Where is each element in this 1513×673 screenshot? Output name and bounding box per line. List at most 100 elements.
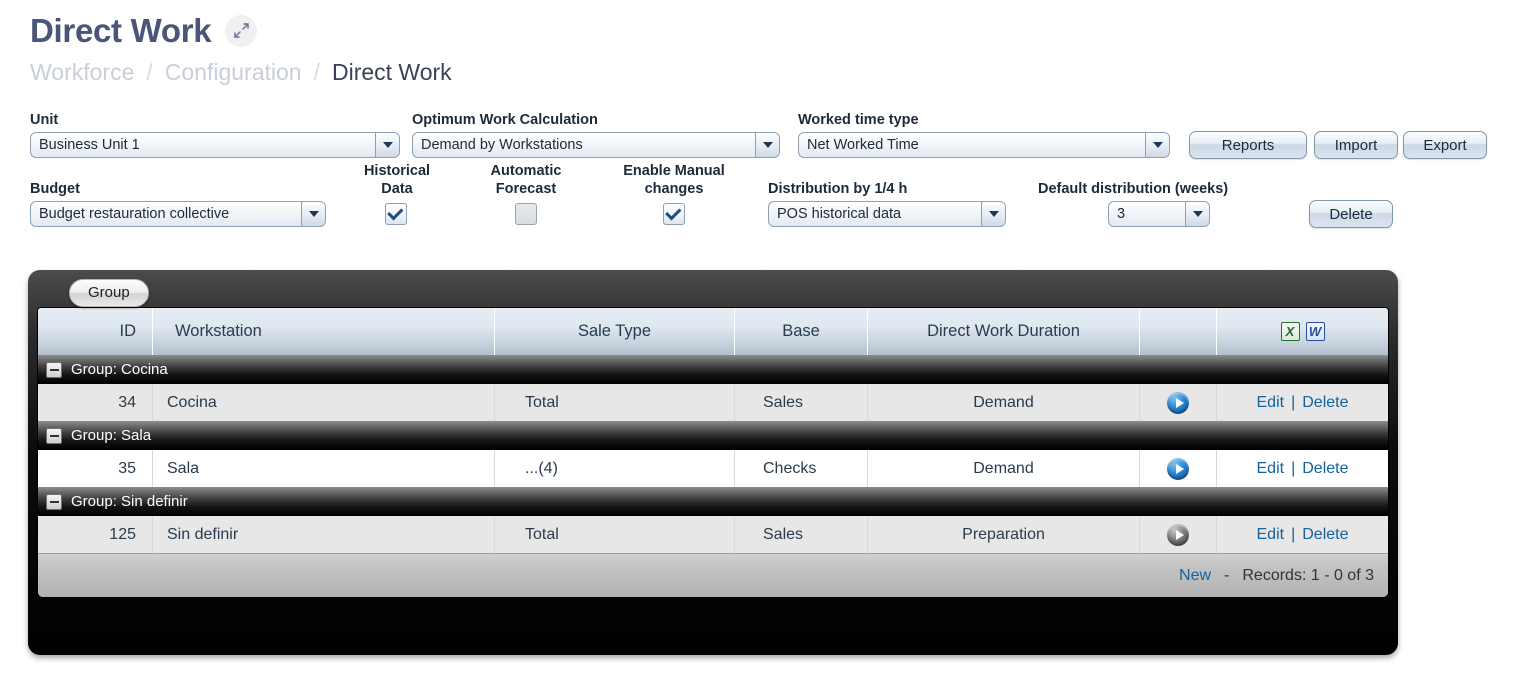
cell-row-actions: Edit | Delete bbox=[1217, 450, 1388, 487]
cell-id: 125 bbox=[38, 516, 153, 553]
historical-data-label-line2: Data bbox=[381, 181, 413, 197]
cell-action-arrow[interactable] bbox=[1140, 516, 1217, 553]
cell-workstation: Cocina bbox=[153, 384, 495, 421]
grid-export-icons: X W bbox=[1217, 308, 1388, 355]
optimum-label: Optimum Work Calculation bbox=[412, 112, 598, 128]
budget-select-value: Budget restauration collective bbox=[39, 206, 230, 222]
chevron-down-icon[interactable] bbox=[301, 202, 325, 226]
historical-data-label-line1: Historical bbox=[363, 163, 431, 179]
group-header-label: Group: Sala bbox=[71, 427, 152, 444]
arrow-right-icon[interactable] bbox=[1167, 523, 1189, 546]
enable-manual-changes-checkbox[interactable] bbox=[663, 203, 685, 225]
group-header-row[interactable]: Group: Cocina bbox=[38, 355, 1388, 384]
chevron-down-icon[interactable] bbox=[755, 133, 779, 157]
import-button[interactable]: Import bbox=[1314, 131, 1398, 159]
cell-action-arrow[interactable] bbox=[1140, 384, 1217, 421]
expand-arrows-icon[interactable] bbox=[225, 14, 258, 47]
unit-select[interactable]: Business Unit 1 bbox=[30, 132, 400, 158]
distribution-select[interactable]: POS historical data bbox=[768, 201, 1006, 227]
action-separator: | bbox=[1291, 459, 1296, 477]
worked-time-select[interactable]: Net Worked Time bbox=[798, 132, 1170, 158]
cell-base: Checks bbox=[735, 450, 868, 487]
column-header-workstation[interactable]: Workstation bbox=[153, 308, 495, 355]
filters-toolbar: Unit Optimum Work Calculation Worked tim… bbox=[0, 108, 1513, 228]
table-row[interactable]: 35 Sala ...(4) Checks Demand Edit | Dele… bbox=[38, 450, 1388, 487]
chevron-down-icon[interactable] bbox=[1185, 202, 1209, 226]
arrow-right-icon[interactable] bbox=[1167, 391, 1189, 414]
grid-panel: Group ID Workstation Sale Type Base Dire… bbox=[28, 270, 1398, 655]
breadcrumb-item-workforce[interactable]: Workforce bbox=[30, 59, 134, 86]
column-header-direct-work-duration[interactable]: Direct Work Duration bbox=[868, 308, 1140, 355]
cell-sale-type: Total bbox=[495, 516, 735, 553]
group-header-row[interactable]: Group: Sala bbox=[38, 421, 1388, 450]
column-header-id[interactable]: ID bbox=[38, 308, 153, 355]
breadcrumb-separator: / bbox=[146, 59, 153, 85]
page-header: Direct Work Workforce / Configuration / … bbox=[0, 0, 1513, 86]
cell-workstation: Sala bbox=[153, 450, 495, 487]
default-distribution-select-value: 3 bbox=[1117, 206, 1126, 222]
chevron-down-icon[interactable] bbox=[1145, 133, 1169, 157]
automatic-forecast-label-line2: Forecast bbox=[495, 181, 557, 197]
budget-label: Budget bbox=[30, 181, 80, 197]
cell-id: 34 bbox=[38, 384, 153, 421]
cell-workstation: Sin definir bbox=[153, 516, 495, 553]
grid-header-row: ID Workstation Sale Type Base Direct Wor… bbox=[38, 308, 1388, 355]
action-separator: | bbox=[1291, 393, 1296, 411]
group-header-row[interactable]: Group: Sin definir bbox=[38, 487, 1388, 516]
table-row[interactable]: 125 Sin definir Total Sales Preparation … bbox=[38, 516, 1388, 553]
chevron-down-icon[interactable] bbox=[375, 133, 399, 157]
column-header-sale-type[interactable]: Sale Type bbox=[495, 308, 735, 355]
arrow-right-icon[interactable] bbox=[1167, 457, 1189, 480]
edit-link[interactable]: Edit bbox=[1257, 526, 1285, 544]
breadcrumb-item-configuration[interactable]: Configuration bbox=[165, 59, 302, 86]
default-distribution-label: Default distribution (weeks) bbox=[1038, 181, 1229, 197]
page-title: Direct Work bbox=[30, 12, 212, 49]
reports-button[interactable]: Reports bbox=[1189, 131, 1307, 159]
automatic-forecast-label-line1: Automatic bbox=[490, 163, 562, 179]
worked-time-select-value: Net Worked Time bbox=[807, 137, 919, 153]
cell-sale-type: Total bbox=[495, 384, 735, 421]
edit-link[interactable]: Edit bbox=[1257, 394, 1285, 412]
automatic-forecast-checkbox[interactable] bbox=[515, 203, 537, 225]
worked-time-label: Worked time type bbox=[798, 112, 919, 128]
distribution-label: Distribution by 1/4 h bbox=[768, 181, 908, 197]
collapse-minus-icon[interactable] bbox=[46, 493, 62, 510]
group-header-label: Group: Sin definir bbox=[71, 493, 188, 510]
cell-base: Sales bbox=[735, 384, 868, 421]
delete-link[interactable]: Delete bbox=[1302, 460, 1348, 478]
enable-manual-changes-label-line1: Enable Manual bbox=[623, 163, 725, 179]
cell-action-arrow[interactable] bbox=[1140, 450, 1217, 487]
chevron-down-icon[interactable] bbox=[981, 202, 1005, 226]
delete-button[interactable]: Delete bbox=[1309, 200, 1393, 228]
records-count-label: Records: 1 - 0 of 3 bbox=[1242, 566, 1374, 584]
cell-row-actions: Edit | Delete bbox=[1217, 516, 1388, 553]
table-row[interactable]: 34 Cocina Total Sales Demand Edit | Dele… bbox=[38, 384, 1388, 421]
column-header-base[interactable]: Base bbox=[735, 308, 868, 355]
tab-group[interactable]: Group bbox=[69, 279, 149, 307]
unit-select-value: Business Unit 1 bbox=[39, 137, 140, 153]
new-record-link[interactable]: New bbox=[1179, 567, 1211, 585]
default-distribution-select[interactable]: 3 bbox=[1108, 201, 1210, 227]
collapse-minus-icon[interactable] bbox=[46, 427, 62, 444]
unit-label: Unit bbox=[30, 112, 59, 128]
data-grid: ID Workstation Sale Type Base Direct Wor… bbox=[37, 307, 1389, 598]
cell-duration: Demand bbox=[868, 450, 1140, 487]
grid-tabbar: Group bbox=[37, 278, 1389, 307]
breadcrumb-item-direct-work: Direct Work bbox=[331, 59, 452, 85]
optimum-select[interactable]: Demand by Workstations bbox=[412, 132, 780, 158]
edit-link[interactable]: Edit bbox=[1257, 460, 1285, 478]
delete-link[interactable]: Delete bbox=[1302, 394, 1348, 412]
cell-id: 35 bbox=[38, 450, 153, 487]
cell-sale-type[interactable]: ...(4) bbox=[495, 450, 735, 487]
excel-export-icon[interactable]: X bbox=[1280, 322, 1300, 341]
word-export-icon[interactable]: W bbox=[1305, 322, 1325, 341]
export-button[interactable]: Export bbox=[1403, 131, 1487, 159]
historical-data-checkbox[interactable] bbox=[385, 203, 407, 225]
breadcrumb: Workforce / Configuration / Direct Work bbox=[30, 59, 1513, 86]
enable-manual-changes-label-line2: changes bbox=[644, 181, 704, 197]
budget-select[interactable]: Budget restauration collective bbox=[30, 201, 326, 227]
cell-row-actions: Edit | Delete bbox=[1217, 384, 1388, 421]
delete-link[interactable]: Delete bbox=[1302, 526, 1348, 544]
collapse-minus-icon[interactable] bbox=[46, 361, 62, 378]
action-separator: | bbox=[1291, 525, 1296, 543]
